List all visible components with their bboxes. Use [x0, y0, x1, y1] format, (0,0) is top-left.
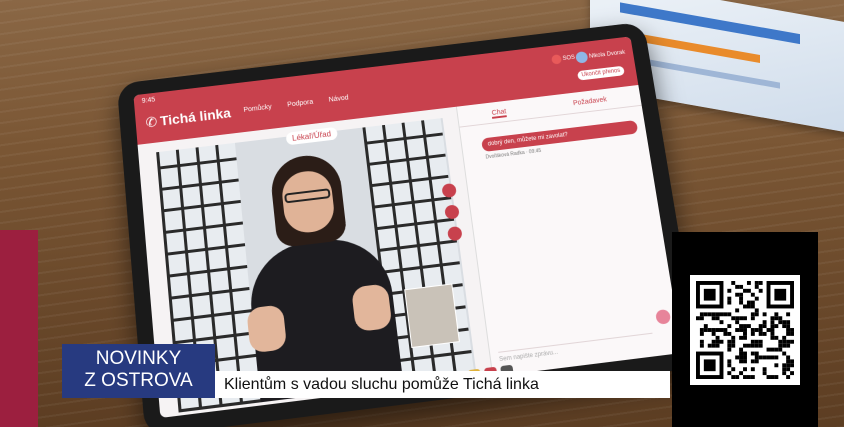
qr-code-graphic — [696, 281, 794, 379]
nav-item-pomucky[interactable]: Pomůcky — [243, 104, 272, 114]
nav-item-podpora[interactable]: Podpora — [287, 99, 314, 109]
qr-panel — [672, 232, 818, 427]
end-call-button[interactable]: Ukončit přenos — [577, 65, 625, 81]
headline-caption: Klientům s vadou sluchu pomůže Tichá lin… — [215, 371, 670, 398]
app-brand[interactable]: ✆ Tichá linka — [145, 105, 232, 131]
show-tag: NOVINKY Z OSTROVA — [62, 344, 215, 398]
accent-bar — [0, 230, 38, 427]
send-button[interactable] — [654, 308, 672, 325]
show-tag-line2: Z OSTROVA — [84, 370, 193, 391]
chat-panel: Chat Požadavek dobrý den, můžete mi zavo… — [455, 84, 683, 377]
sos-button[interactable]: SOS — [550, 53, 576, 65]
hand-right — [351, 283, 393, 333]
sos-icon — [550, 54, 562, 65]
brand-name: Tichá linka — [159, 104, 232, 129]
speaker-button[interactable] — [444, 204, 460, 220]
qr-code[interactable] — [690, 275, 800, 385]
user-menu[interactable]: Nikola Dvorak — [575, 47, 626, 64]
nav-item-navod[interactable]: Návod — [328, 95, 348, 104]
hand-left — [246, 304, 288, 354]
hangup-button[interactable] — [446, 225, 463, 242]
chat-input[interactable]: Sem napište zprávu... — [498, 332, 655, 364]
tablet-screen: 9:45 ✆ Tichá linka Pomůcky Podpora Návod … — [133, 36, 683, 418]
self-view-pip[interactable] — [404, 283, 460, 349]
phone-icon: ✆ — [144, 113, 158, 131]
tab-chat[interactable]: Chat — [491, 108, 508, 119]
mic-button[interactable] — [441, 182, 457, 199]
app-nav: Pomůcky Podpora Návod — [243, 95, 349, 114]
status-time: 9:45 — [141, 96, 156, 105]
show-tag-line1: NOVINKY — [95, 348, 182, 369]
tab-pozadavek[interactable]: Požadavek — [573, 96, 608, 109]
avatar — [575, 51, 589, 64]
